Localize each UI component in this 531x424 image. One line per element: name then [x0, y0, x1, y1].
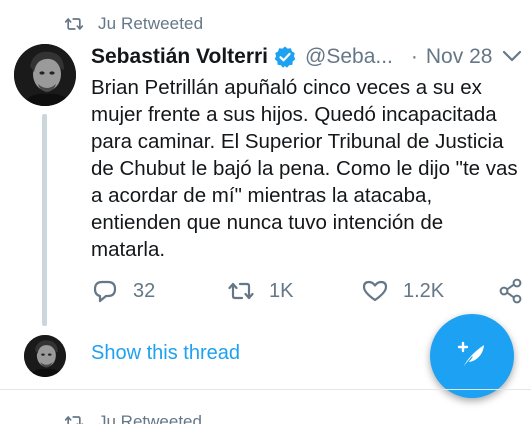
retweet-icon: [228, 282, 254, 300]
retweet-context[interactable]: Ju Retweeted: [64, 410, 202, 424]
tweet-text: Brian Petrillán apuñaló cinco veces a su…: [91, 74, 521, 263]
like-count: 1.2K: [403, 279, 445, 302]
retweet-icon: [64, 416, 84, 424]
tweet-actions: 32 1K 1.2K: [91, 274, 531, 308]
thread-connector-line: [42, 114, 47, 326]
chevron-down-icon[interactable]: [501, 48, 523, 64]
tweet-text-line: Brian Petrillán apuñaló cinco veces a su…: [91, 76, 482, 99]
tweet-text-line: para caminar. El Superior Tribunal de Ju…: [91, 130, 504, 153]
avatar-image: [14, 44, 76, 106]
tweet-text-line: a acordar de mí" mientras la atacaba,: [91, 184, 433, 207]
retweet-count: 1K: [269, 279, 294, 302]
retweet-context[interactable]: Ju Retweeted: [64, 12, 203, 36]
retweet-context-label: Ju Retweeted: [98, 14, 204, 33]
retweet-button[interactable]: 1K: [227, 274, 293, 308]
share-icon: [499, 278, 522, 304]
avatar-image: [24, 335, 66, 377]
reply-button[interactable]: 32: [91, 274, 155, 308]
timeline-divider: [0, 389, 531, 390]
author-display-name[interactable]: Sebastián Volterri: [91, 45, 268, 69]
show-thread-link[interactable]: Show this thread: [91, 340, 240, 366]
share-button[interactable]: [497, 274, 525, 308]
reply-count: 32: [133, 279, 156, 302]
like-button[interactable]: 1.2K: [361, 274, 444, 308]
tweet-text-line: de Chubut le bajó la pena. Como le dijo …: [91, 157, 518, 180]
tweet-text-line: entienden que nunca tuvo intención de: [91, 211, 444, 234]
verified-badge-icon: [274, 46, 296, 68]
compose-tweet-button[interactable]: [430, 314, 514, 398]
compose-feather-icon: [457, 341, 484, 369]
tweet-text-line: matarla.: [91, 238, 166, 261]
thread-author-avatar[interactable]: [24, 335, 66, 377]
reply-icon: [93, 280, 117, 303]
header-separator: ·: [410, 45, 418, 68]
retweet-context-label: Ju Retweeted: [98, 412, 202, 424]
tweet-text-line: mujer frente a sus hijos. Quedó incapaci…: [91, 103, 497, 126]
heart-icon: [362, 280, 388, 302]
retweet-icon: [64, 18, 84, 30]
tweet-header: Sebastián Volterri @Seba... · Nov 28: [91, 42, 531, 72]
author-handle[interactable]: @Seba...: [305, 45, 393, 69]
timeline: Ju Retweeted Sebastián Volterri @Seba...…: [0, 0, 531, 424]
tweet-date[interactable]: Nov 28: [426, 45, 493, 69]
author-avatar[interactable]: [14, 44, 76, 106]
